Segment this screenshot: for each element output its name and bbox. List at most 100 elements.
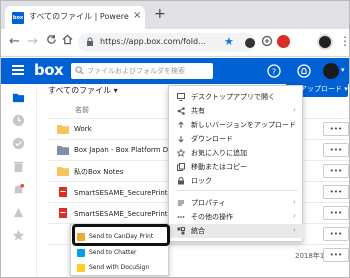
browser-window: box すべてのファイル | Powered by Box × + ← → ht…	[0, 0, 350, 278]
home-button[interactable]	[62, 34, 73, 50]
hamburger-menu-icon[interactable]	[12, 65, 24, 76]
favorites-star-icon[interactable]	[12, 229, 25, 242]
help-icon[interactable]: ?	[267, 64, 281, 78]
tab-strip: box すべてのファイル | Powered by Box × +	[1, 1, 349, 29]
close-tab-icon[interactable]: ×	[133, 10, 141, 21]
more-icon	[177, 216, 185, 218]
file-name[interactable]: SmartSESAME_SecurePrint資料.pdf	[74, 188, 168, 198]
browser-tab[interactable]: box すべてのファイル | Powered by Box ×	[5, 6, 145, 29]
chevron-down-icon[interactable]: ▾	[341, 66, 345, 74]
chevron-right-icon: ›	[293, 226, 296, 234]
move-icon	[177, 163, 185, 171]
search-placeholder: ファイルおよびフォルダを検索	[87, 67, 185, 75]
context-menu-item[interactable]: 統合 ›	[169, 224, 304, 238]
context-menu: デスクトップアプリで開く 共有 › 新しいバージョンをアップロード ダウンロードお気に入…	[168, 85, 304, 242]
context-menu-label: ダウンロード	[191, 135, 233, 143]
context-menu-item[interactable]: デスクトップアプリで開く	[169, 90, 304, 104]
context-menu-label: その他の操作	[191, 213, 233, 221]
context-menu-item[interactable]: 共有 ›	[169, 104, 304, 118]
folder-icon	[57, 146, 69, 155]
menu-divider	[175, 190, 298, 191]
highlight-box	[72, 224, 170, 246]
more-options-button[interactable]: •••	[323, 143, 349, 157]
integrations-icon	[177, 227, 185, 235]
context-menu-item[interactable]: その他の操作 ›	[169, 210, 304, 224]
more-options-button[interactable]: •••	[323, 248, 349, 262]
chatter-icon	[77, 249, 85, 257]
submenu-item[interactable]: Send with DocuSign	[71, 261, 170, 275]
column-header-name[interactable]: 名前	[75, 105, 89, 115]
lock-icon	[87, 37, 93, 46]
recents-clock-icon[interactable]	[12, 114, 25, 127]
chevron-right-icon: ›	[293, 198, 296, 206]
breadcrumb[interactable]: すべてのファイル ▾	[48, 85, 118, 96]
trash-icon[interactable]	[12, 160, 25, 173]
properties-icon	[178, 200, 184, 206]
context-menu-item[interactable]: 移動またはコピー	[169, 160, 304, 174]
profile-avatar[interactable]	[317, 34, 333, 50]
context-menu-label: 移動またはコピー	[191, 163, 247, 171]
block-extension-icon[interactable]	[277, 35, 290, 48]
context-menu-item[interactable]: 新しいバージョンをアップロード	[169, 118, 304, 132]
context-menu-item[interactable]: ダウンロード	[169, 132, 304, 146]
context-menu-label: お気に入りに追加	[191, 149, 247, 157]
box-favicon-icon: box	[12, 12, 24, 24]
user-avatar[interactable]	[323, 63, 339, 79]
forward-button[interactable]: →	[27, 34, 38, 50]
synced-icon[interactable]	[12, 137, 25, 150]
chevron-right-icon: ›	[293, 106, 296, 114]
notifications-icon[interactable]	[297, 64, 311, 78]
box-logo[interactable]: box	[34, 61, 64, 79]
desktop-icon	[177, 93, 185, 101]
back-button[interactable]: ←	[9, 34, 20, 50]
home-icon	[62, 34, 73, 45]
extension-icon[interactable]	[245, 38, 255, 48]
new-tab-button[interactable]: +	[154, 6, 166, 22]
submenu-label: Send with DocuSign	[89, 264, 150, 271]
context-menu-item[interactable]: プロパティ ›	[169, 196, 304, 210]
tab-title: すべてのファイル | Powered by Box	[29, 12, 129, 21]
url-text: https://app.box.com/fold...	[100, 37, 206, 46]
search-icon	[75, 66, 84, 75]
lock-icon	[178, 177, 184, 185]
context-menu-label: プロパティ	[191, 199, 226, 207]
browser-toolbar: ← → https://app.box.com/fold... ★ ⋮	[1, 29, 349, 57]
file-name[interactable]: 私のBox Notes	[74, 167, 168, 177]
context-menu-item[interactable]: ロック	[169, 174, 304, 188]
pdf-icon	[59, 208, 67, 218]
context-menu-label: 共有	[191, 107, 205, 115]
svg-text:?: ?	[272, 68, 276, 77]
submenu-item[interactable]: Send to Chatter	[71, 246, 170, 260]
browser-menu-icon[interactable]: ⋮	[339, 34, 349, 48]
context-menu-label: 新しいバージョンをアップロード	[191, 121, 296, 129]
all-files-folder-icon[interactable]	[12, 91, 25, 104]
notes-bell-icon[interactable]	[12, 183, 25, 196]
more-options-button[interactable]: •••	[323, 185, 349, 199]
left-sidebar	[1, 84, 37, 277]
context-menu-item[interactable]: お気に入りに追加	[169, 146, 304, 160]
context-menu-label: デスクトップアプリで開く	[191, 93, 275, 101]
relay-icon[interactable]	[12, 206, 25, 219]
more-options-button[interactable]: •••	[323, 164, 349, 178]
search-input[interactable]: ファイルおよびフォルダを検索	[71, 63, 213, 79]
zoom-icon[interactable]	[261, 35, 273, 50]
share-icon	[177, 107, 185, 115]
file-name[interactable]: Work	[74, 125, 168, 133]
file-name[interactable]: SmartSESAME_SecurePrint資料.pdf	[74, 209, 168, 219]
more-options-button[interactable]: •••	[323, 227, 349, 241]
folder-icon	[57, 167, 69, 176]
file-name[interactable]: Box Japan - Box Platform Documents	[74, 146, 168, 154]
bookmark-star-icon[interactable]: ★	[224, 36, 234, 48]
reload-icon	[47, 34, 56, 44]
star-icon	[177, 149, 185, 157]
upload-icon	[178, 121, 184, 128]
pdf-icon	[59, 187, 67, 197]
folder-icon	[57, 125, 69, 134]
more-options-button[interactable]: •••	[323, 122, 349, 136]
chevron-right-icon: ›	[293, 212, 296, 220]
context-menu-label: 統合	[191, 227, 205, 235]
reload-button[interactable]	[46, 34, 57, 50]
more-options-button[interactable]: •••	[323, 206, 349, 220]
docusign-icon	[77, 264, 85, 272]
submenu-label: Send to Chatter	[89, 249, 137, 256]
